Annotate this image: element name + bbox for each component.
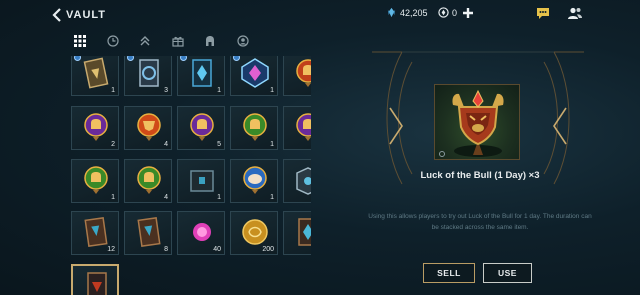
inventory-slot-card-gold[interactable]: 1 xyxy=(71,56,119,96)
add-currency-button[interactable] xyxy=(461,6,475,20)
inventory-slot-card-silver[interactable]: 3 xyxy=(124,56,172,96)
clock-icon xyxy=(107,35,119,47)
orb-purple-helmet-icon xyxy=(296,113,311,141)
card-gold-icon xyxy=(83,57,109,89)
item-quantity: 1 xyxy=(270,194,274,201)
item-quantity: 200 xyxy=(262,246,274,253)
coin-icon xyxy=(438,7,449,18)
inventory-slot-card-blue[interactable]: 1 xyxy=(177,56,225,96)
item-quantity: 1 xyxy=(111,194,115,201)
emote-icon xyxy=(237,35,249,47)
item-quantity: 3 xyxy=(164,87,168,94)
inventory-slot-essence-pink[interactable]: 40 xyxy=(177,211,225,255)
filter-tabs xyxy=(64,33,259,49)
coin-amount: 0 xyxy=(452,7,458,18)
tab-recent[interactable] xyxy=(97,33,130,49)
essence-pink-icon xyxy=(193,223,211,241)
orb-green-helmet-icon xyxy=(243,113,267,141)
inventory-slot-card-bronze-blue[interactable]: 6 xyxy=(283,211,311,255)
card-prismatic-icon xyxy=(241,58,269,88)
item-quantity: 8 xyxy=(164,246,168,253)
inventory-slot-orb-purple-helmet[interactable]: 5 xyxy=(177,106,225,150)
orb-red-bull-icon xyxy=(137,113,161,141)
item-quantity: 1 xyxy=(217,194,221,201)
grid-icon xyxy=(74,35,87,47)
orb-red-helmet-icon xyxy=(296,59,311,87)
tab-boosts[interactable] xyxy=(129,33,162,49)
item-quantity: 1 xyxy=(111,87,115,94)
inventory-slot-orb-blue-poro[interactable]: 1 xyxy=(230,159,278,203)
tab-all[interactable] xyxy=(64,33,97,49)
inventory-slot-orb-red-bull[interactable]: 4 xyxy=(124,106,172,150)
item-quantity: 4 xyxy=(164,141,168,148)
inventory-slot-coin-gold[interactable]: 200 xyxy=(230,211,278,255)
back-button[interactable]: VAULT xyxy=(52,5,122,25)
item-quantity: 4 xyxy=(164,194,168,201)
chest-silver-icon xyxy=(296,167,311,195)
chest-dark-icon xyxy=(190,170,214,192)
blue-essence-amount: 42,205 xyxy=(400,7,428,18)
top-bar: VAULT 42,205 0 xyxy=(0,0,640,30)
item-quantity: 1 xyxy=(270,141,274,148)
item-description: Using this allows players to try out Luc… xyxy=(358,211,602,233)
inventory-slot-chest-dark[interactable]: 1 xyxy=(177,159,225,203)
card-silver-icon xyxy=(139,59,159,87)
chevrons-up-icon xyxy=(140,36,150,46)
item-quantity: 12 xyxy=(107,246,115,253)
chat-icon[interactable] xyxy=(535,6,551,20)
chevron-left-icon xyxy=(52,8,61,22)
card-blue-icon xyxy=(192,59,212,87)
orb-green-helmet-icon xyxy=(84,166,108,194)
item-description-line: be stacked across the same item. xyxy=(431,224,529,231)
inventory-slot-card-bronze[interactable]: 12 xyxy=(71,211,119,255)
vault-screen: VAULT 42,205 0 1 3 1 1 2 4 5 1 1 4 1 1 1… xyxy=(0,0,640,295)
blue-essence-balance: 42,205 xyxy=(386,7,428,18)
inventory-slot-chest-silver[interactable]: 1 xyxy=(283,159,311,203)
coin-balance: 0 xyxy=(438,7,457,18)
item-quantity: 1 xyxy=(217,87,221,94)
tab-gifts[interactable] xyxy=(162,33,195,49)
card-selected-icon xyxy=(87,272,107,295)
inventory-slot-card-prismatic[interactable]: 1 xyxy=(230,56,278,96)
item-quantity: 40 xyxy=(213,246,221,253)
inventory-slot-card-selected[interactable] xyxy=(71,264,119,295)
inventory-slot-card-bronze[interactable]: 8 xyxy=(124,211,172,255)
page-title: VAULT xyxy=(66,9,107,21)
gift-icon xyxy=(172,36,184,47)
tab-skins[interactable] xyxy=(194,33,227,49)
card-bronze-blue-icon xyxy=(298,218,311,246)
helmet-icon xyxy=(206,36,215,46)
orb-purple-helmet-icon xyxy=(190,113,214,141)
inventory-slot-orb-purple-helmet[interactable]: 1 xyxy=(283,106,311,150)
tab-emotes[interactable] xyxy=(227,33,260,49)
coin-gold-icon xyxy=(242,219,268,245)
friends-icon[interactable] xyxy=(567,6,583,20)
inventory-slot-orb-green-helmet[interactable]: 1 xyxy=(230,106,278,150)
item-description-line: Using this allows players to try out Luc… xyxy=(368,213,592,220)
orb-blue-poro-icon xyxy=(243,166,267,194)
item-quantity: 5 xyxy=(217,141,221,148)
item-quantity: 2 xyxy=(111,141,115,148)
item-name: Luck of the Bull (1 Day) ×3 xyxy=(420,170,540,181)
inventory-slot-orb-red-helmet[interactable]: 1 xyxy=(283,56,311,96)
item-quantity: 1 xyxy=(270,87,274,94)
card-bronze-icon xyxy=(84,217,108,247)
card-bronze-icon xyxy=(137,217,161,247)
orb-green-helmet-icon xyxy=(137,166,161,194)
inventory-slot-orb-green-helmet[interactable]: 1 xyxy=(71,159,119,203)
inventory-slot-orb-purple-helmet[interactable]: 2 xyxy=(71,106,119,150)
use-button[interactable]: USE xyxy=(483,263,532,283)
orb-purple-helmet-icon xyxy=(84,113,108,141)
inventory-slot-orb-green-helmet[interactable]: 4 xyxy=(124,159,172,203)
blue-essence-icon xyxy=(387,7,396,18)
bull-crest-icon xyxy=(439,89,504,157)
sell-button[interactable]: SELL xyxy=(423,263,475,283)
item-grid: 131112451114111128402006 xyxy=(71,56,311,295)
item-artwork xyxy=(434,84,520,160)
